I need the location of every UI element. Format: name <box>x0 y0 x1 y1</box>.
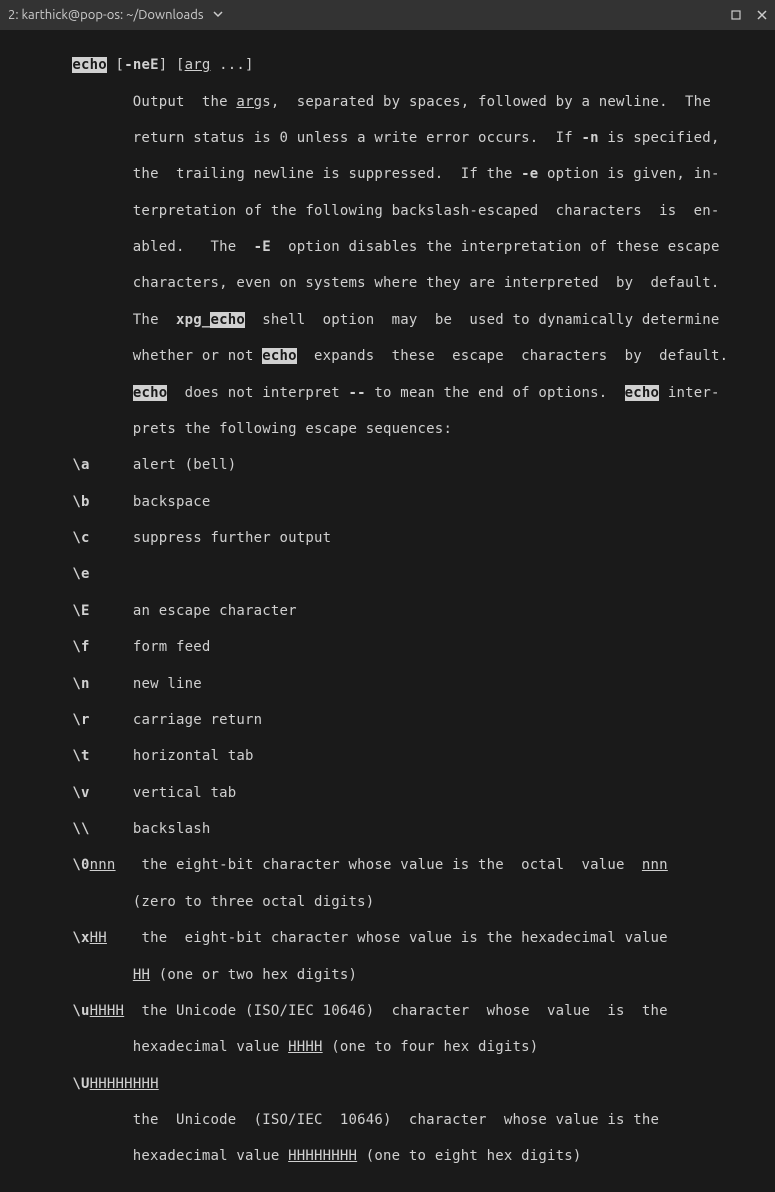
escape-row-cont: hexadecimal value HHHHHHHH (one to eight… <box>12 1147 763 1165</box>
escape-row: \r carriage return <box>12 711 763 729</box>
man-desc-line: the trailing newline is suppressed. If t… <box>12 165 763 183</box>
escape-row: \0nnn the eight-bit character whose valu… <box>12 856 763 874</box>
man-desc-line: prets the following escape sequences: <box>12 420 763 438</box>
man-desc-line: The xpg_echo shell option may be used to… <box>12 311 763 329</box>
escape-row: \\ backslash <box>12 820 763 838</box>
escape-row-cont: the Unicode (ISO/IEC 10646) character wh… <box>12 1111 763 1129</box>
man-desc-line: return status is 0 unless a write error … <box>12 129 763 147</box>
man-desc-line: terpretation of the following backslash-… <box>12 202 763 220</box>
escape-row: \t horizontal tab <box>12 747 763 765</box>
escape-row-cont: (zero to three octal digits) <box>12 893 763 911</box>
man-desc-line: Output the args, separated by spaces, fo… <box>12 93 763 111</box>
man-synopsis: echo [-neE] [arg ...] <box>12 56 763 74</box>
chevron-down-icon[interactable] <box>213 7 223 24</box>
escape-row: \a alert (bell) <box>12 456 763 474</box>
window-titlebar: 2: karthick@pop-os: ~/Downloads <box>0 0 775 30</box>
maximize-icon[interactable] <box>731 10 741 20</box>
man-desc-line: characters, even on systems where they a… <box>12 274 763 292</box>
escape-row: \v vertical tab <box>12 784 763 802</box>
escape-row: \uHHHH the Unicode (ISO/IEC 10646) chara… <box>12 1002 763 1020</box>
escape-row: \e <box>12 565 763 583</box>
escape-row: \n new line <box>12 675 763 693</box>
escape-row: \f form feed <box>12 638 763 656</box>
escape-row: \b backspace <box>12 493 763 511</box>
man-desc-line: echo does not interpret -- to mean the e… <box>12 384 763 402</box>
escape-row: \UHHHHHHHH <box>12 1075 763 1093</box>
close-icon[interactable] <box>757 10 767 20</box>
escape-row-cont: hexadecimal value HHHH (one to four hex … <box>12 1038 763 1056</box>
man-desc-line: whether or not echo expands these escape… <box>12 347 763 365</box>
man-desc-line: abled. The -E option disables the interp… <box>12 238 763 256</box>
escape-row: \c suppress further output <box>12 529 763 547</box>
window-title: 2: karthick@pop-os: ~/Downloads <box>8 7 203 24</box>
escape-row: \xHH the eight-bit character whose value… <box>12 929 763 947</box>
escape-row-cont: HH (one or two hex digits) <box>12 966 763 984</box>
